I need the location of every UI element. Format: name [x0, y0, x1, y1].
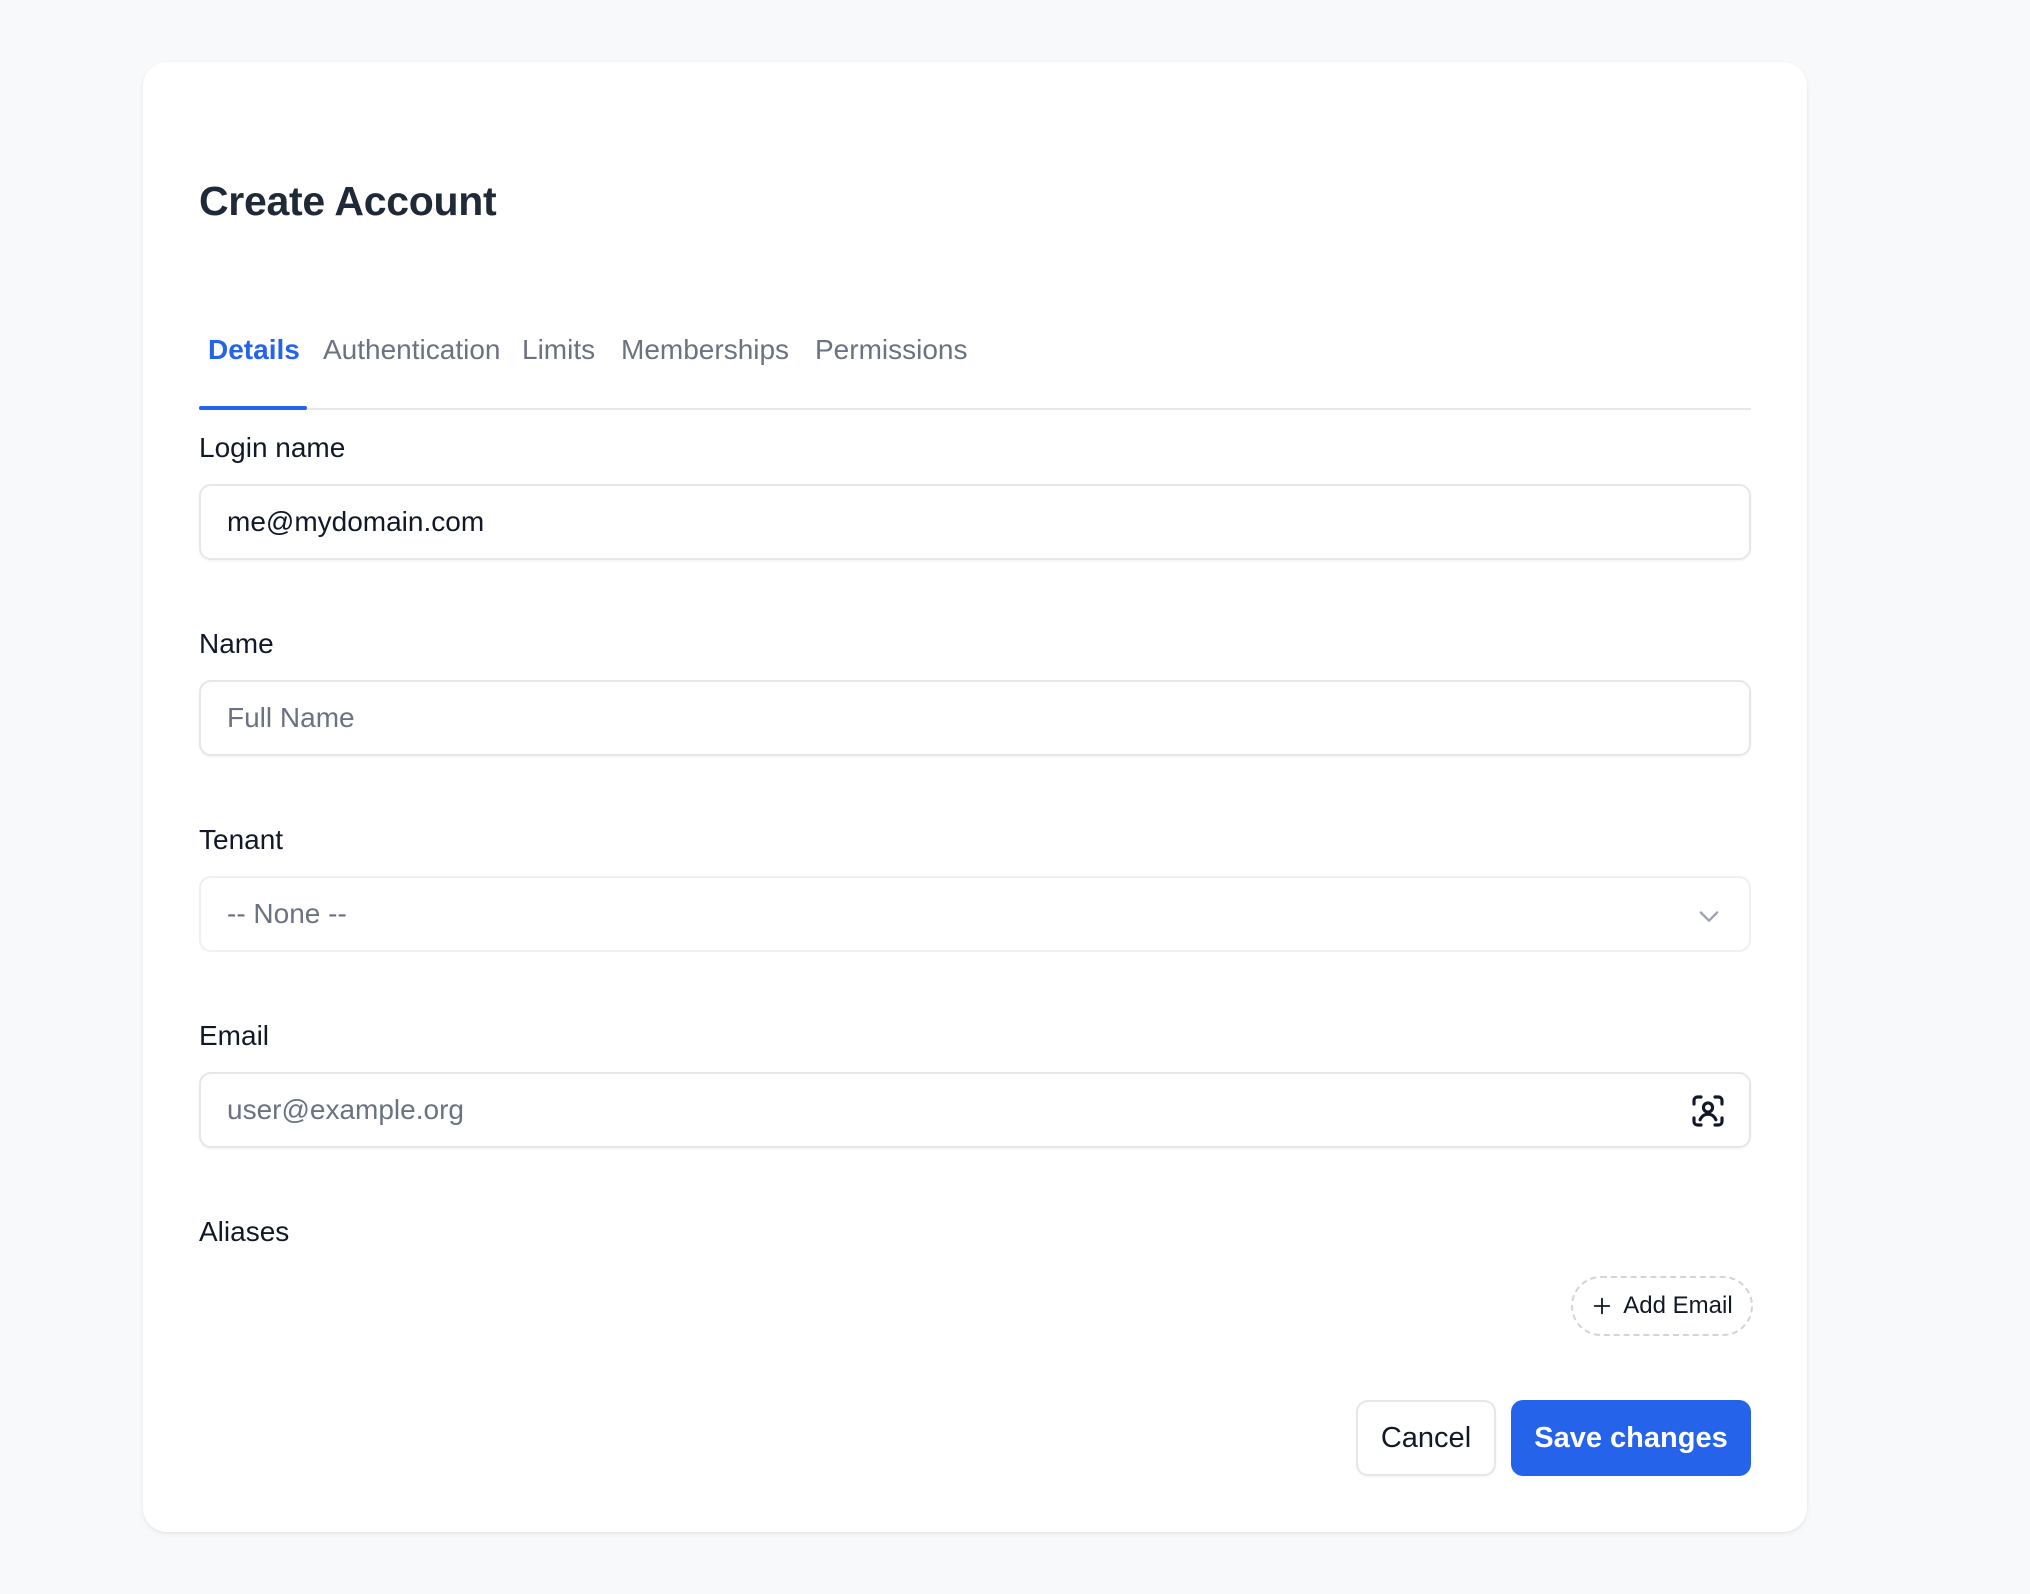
active-tab-indicator — [199, 406, 307, 410]
login-name-value: me@mydomain.com — [227, 506, 485, 537]
login-name-input[interactable]: me@mydomain.com — [199, 484, 1751, 560]
tab-bar: Details Authentication Limits Membership… — [199, 308, 1751, 410]
login-name-label: Login name — [199, 432, 346, 463]
tab-memberships[interactable]: Memberships — [621, 334, 789, 366]
create-account-card: Create Account Details Authentication Li… — [143, 62, 1807, 1532]
email-label: Email — [199, 1020, 270, 1051]
name-placeholder: Full Name — [227, 702, 355, 733]
tab-limits[interactable]: Limits — [522, 334, 595, 366]
tab-permissions[interactable]: Permissions — [815, 334, 967, 366]
tab-details[interactable]: Details — [208, 334, 300, 366]
add-email-button[interactable]: Add Email — [1571, 1276, 1753, 1336]
aliases-label: Aliases — [199, 1216, 290, 1247]
email-placeholder: user@example.org — [227, 1094, 464, 1125]
page-title: Create Account — [199, 178, 497, 224]
user-scan-icon[interactable] — [1687, 1090, 1729, 1132]
tenant-select[interactable]: -- None -- — [199, 876, 1751, 952]
tab-authentication[interactable]: Authentication — [323, 334, 500, 366]
save-changes-button[interactable]: Save changes — [1511, 1400, 1751, 1476]
name-input[interactable]: Full Name — [199, 680, 1751, 756]
chevron-down-icon — [1699, 911, 1719, 922]
name-label: Name — [199, 628, 274, 659]
plus-icon — [1594, 1297, 1611, 1315]
cancel-button[interactable]: Cancel — [1356, 1400, 1496, 1476]
email-input[interactable]: user@example.org — [199, 1072, 1751, 1148]
add-email-label: Add Email — [1623, 1292, 1733, 1319]
tenant-selected-value: -- None -- — [227, 898, 347, 929]
tenant-label: Tenant — [199, 824, 284, 855]
